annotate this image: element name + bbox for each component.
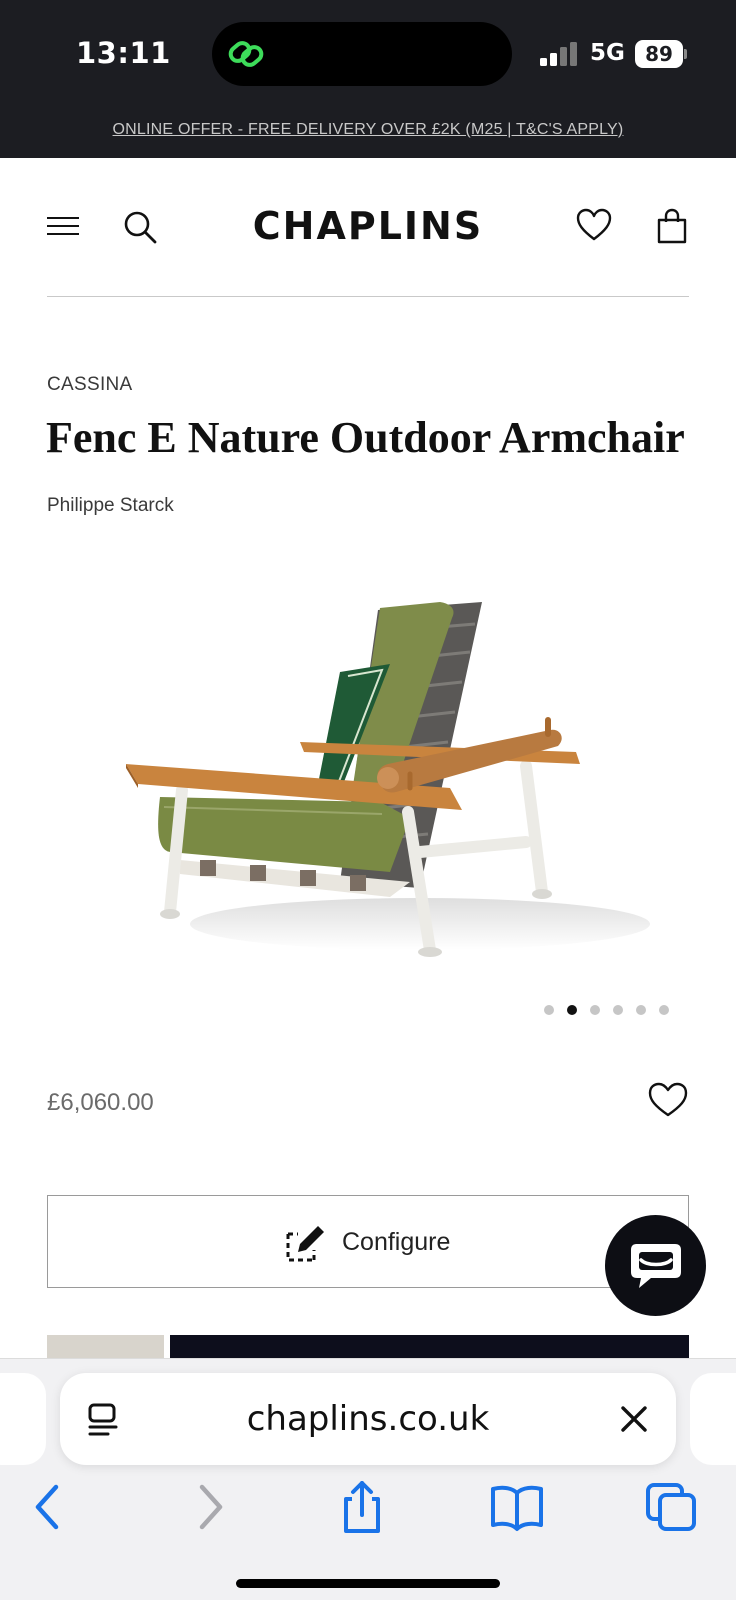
dynamic-island[interactable] bbox=[212, 22, 512, 86]
carousel-dot[interactable] bbox=[613, 1005, 623, 1015]
carousel-dot[interactable] bbox=[544, 1005, 554, 1015]
chat-bubble-icon bbox=[631, 1244, 681, 1288]
search-icon[interactable] bbox=[122, 209, 158, 245]
link-icon bbox=[228, 41, 264, 67]
configure-button[interactable]: Configure bbox=[47, 1195, 689, 1288]
offer-link[interactable]: ONLINE OFFER - FREE DELIVERY OVER £2K (M… bbox=[0, 121, 736, 139]
battery-level: 89 bbox=[635, 40, 683, 68]
status-time: 13:11 bbox=[76, 36, 171, 70]
shopping-bag-icon[interactable] bbox=[656, 208, 688, 244]
heart-icon[interactable] bbox=[576, 208, 612, 242]
carousel-dot[interactable] bbox=[659, 1005, 669, 1015]
url-text[interactable]: chaplins.co.uk bbox=[60, 1399, 676, 1439]
share-icon[interactable] bbox=[334, 1481, 390, 1533]
armchair-photo bbox=[126, 602, 650, 957]
configure-label: Configure bbox=[342, 1228, 451, 1256]
carousel-dot-active[interactable] bbox=[567, 1005, 577, 1015]
bookmarks-icon[interactable] bbox=[489, 1481, 545, 1533]
product-price: £6,060.00 bbox=[47, 1089, 154, 1116]
product-image[interactable] bbox=[90, 552, 660, 1032]
close-icon[interactable] bbox=[620, 1405, 648, 1433]
tabs-icon[interactable] bbox=[644, 1481, 700, 1533]
carousel-dot[interactable] bbox=[590, 1005, 600, 1015]
chat-button[interactable] bbox=[605, 1215, 706, 1316]
heart-outline-icon[interactable] bbox=[648, 1082, 688, 1118]
browser-toolbar: chaplins.co.uk bbox=[0, 1358, 736, 1600]
next-tab-peek[interactable] bbox=[690, 1373, 736, 1465]
hamburger-menu-icon[interactable] bbox=[47, 217, 79, 237]
battery-icon: 89 bbox=[635, 40, 687, 68]
product-title: Fenc E Nature Outdoor Armchair bbox=[46, 413, 685, 462]
edit-dashed-icon bbox=[286, 1226, 324, 1262]
network-type: 5G bbox=[590, 40, 625, 66]
product-designer[interactable]: Philippe Starck bbox=[47, 495, 174, 517]
back-icon[interactable] bbox=[22, 1481, 78, 1533]
status-bar: 13:11 5G 89 bbox=[0, 0, 736, 110]
home-indicator bbox=[236, 1579, 500, 1588]
forward-icon[interactable] bbox=[180, 1481, 236, 1533]
site-logo[interactable]: CHAPLINS bbox=[200, 204, 536, 248]
offer-banner[interactable]: ONLINE OFFER - FREE DELIVERY OVER £2K (M… bbox=[0, 110, 736, 158]
image-carousel-dots[interactable] bbox=[544, 1005, 669, 1017]
product-brand[interactable]: CASSINA bbox=[47, 374, 133, 396]
previous-tab-peek[interactable] bbox=[0, 1373, 46, 1465]
header-divider bbox=[47, 296, 689, 297]
carousel-dot[interactable] bbox=[636, 1005, 646, 1015]
cellular-signal-icon bbox=[540, 42, 577, 66]
address-bar[interactable]: chaplins.co.uk bbox=[60, 1373, 676, 1465]
